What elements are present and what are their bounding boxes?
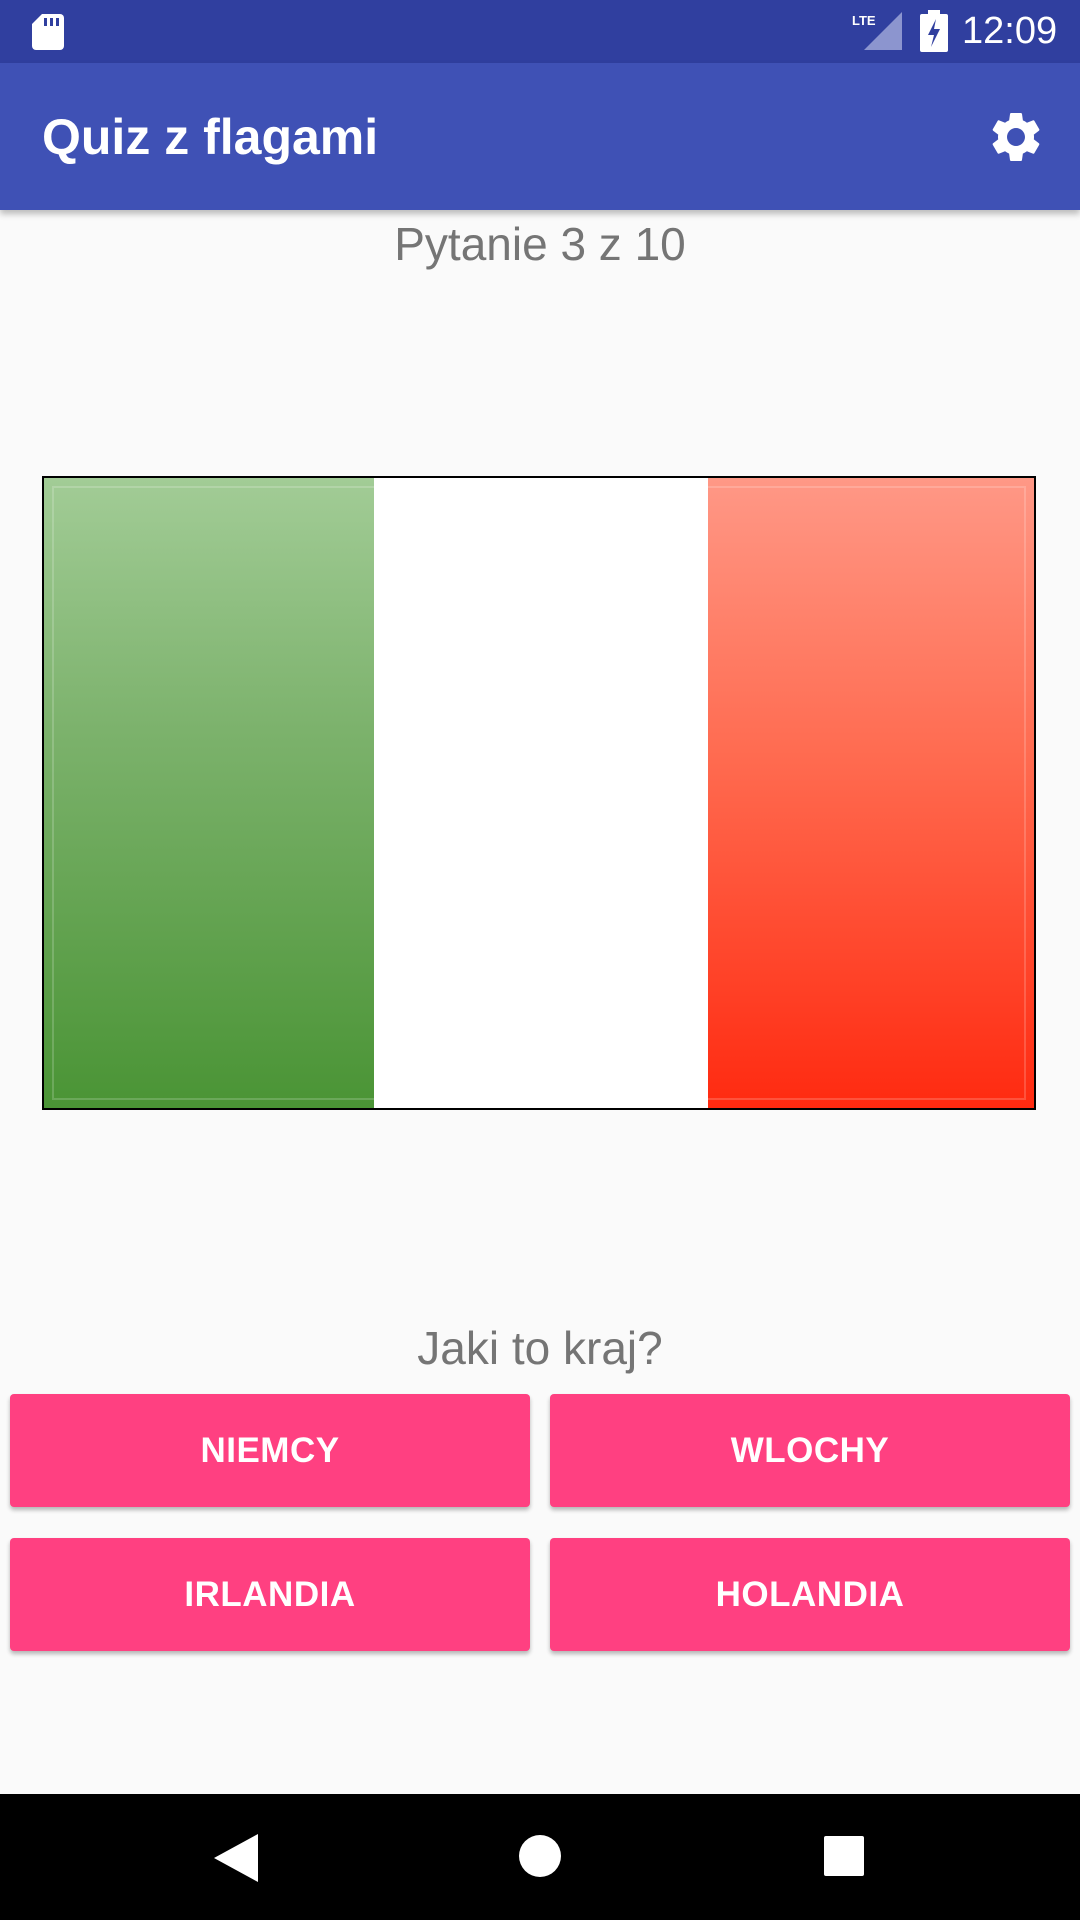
answer-button-1[interactable]: NIEMCY [10,1394,530,1507]
question-counter: Pytanie 3 z 10 [394,218,686,270]
network-type-label: LTE [852,13,876,28]
answer-button-2[interactable]: WLOCHY [550,1394,1070,1507]
navigation-bar [0,1794,1080,1920]
signal-icon: LTE [852,12,902,50]
flag-stripe-green [44,478,374,1108]
question-prompt: Jaki to kraj? [417,1322,663,1374]
app-bar: Quiz z flagami [0,63,1080,210]
back-icon[interactable] [214,1834,258,1882]
gear-icon[interactable] [986,107,1046,167]
battery-charging-icon [920,10,948,52]
flag-image [42,476,1036,1110]
answer-button-3[interactable]: IRLANDIA [10,1538,530,1651]
recents-icon[interactable] [824,1836,864,1876]
flag-stripe-white [374,478,708,1108]
status-bar: LTE 12:09 [0,0,1080,63]
flag-stripe-red [708,478,1034,1108]
quiz-screen: LTE 12:09 Quiz z flagami Pytanie 3 z 10 … [0,0,1080,1920]
app-title: Quiz z flagami [42,109,379,165]
home-icon[interactable] [518,1834,562,1878]
answer-button-4[interactable]: HOLANDIA [550,1538,1070,1651]
status-time: 12:09 [962,10,1058,52]
sd-card-icon [32,14,64,50]
